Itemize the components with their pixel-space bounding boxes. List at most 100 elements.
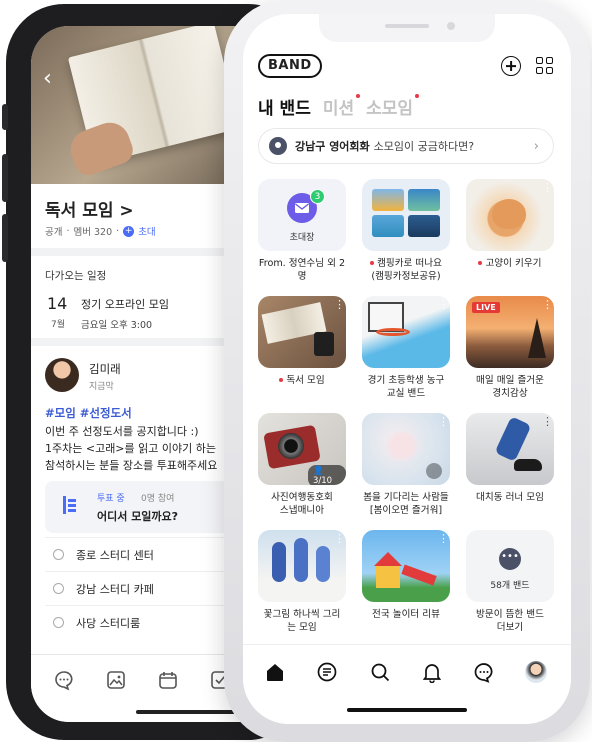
cat-photo: ⋮ (466, 179, 554, 251)
tab-my-bands[interactable]: 내 밴드 (258, 94, 311, 119)
member-count[interactable]: 멤버 320 (74, 224, 113, 238)
profile-avatar[interactable] (525, 661, 547, 683)
more-options-icon[interactable]: ⋮ (334, 533, 345, 544)
band-name: 고양이 키우기 (466, 257, 554, 270)
band-tile-runners[interactable]: ⋮ 대치동 러너 모임 (466, 413, 554, 504)
slide-illustration (401, 564, 437, 586)
tab-small-groups[interactable]: 소모임 (366, 94, 420, 119)
my-bands-screen: BAND 내 밴드 미션 소모임 강남구 영어회화 소모임이 궁금하다면? › (243, 14, 571, 724)
hyacinth-illustration (294, 538, 308, 582)
invitation-count-badge: 3 (310, 189, 325, 204)
event-day: 14 (47, 294, 68, 313)
radio-icon[interactable] (53, 617, 64, 628)
tab-missions[interactable]: 미션 (323, 94, 361, 119)
band-name: 전국 놀이터 리뷰 (372, 609, 440, 620)
post-hashtags[interactable]: #모임 #선정도서 (45, 405, 132, 421)
band-tile-photo-travel[interactable]: 👤 3/10 사진여행동호회 스냅매니아 (258, 413, 346, 517)
volume-down-button (2, 214, 8, 262)
vote-option-label: 종로 스터디 센터 (76, 548, 154, 562)
band-name: 봄을 기다리는 사람들 [봄이오면 즐거워] (363, 492, 449, 516)
band-tile-scenery[interactable]: LIVE ⋮ 매일 매일 즐거운 경치감상 (466, 296, 554, 400)
hoop-rim-illustration (376, 328, 410, 336)
chevron-right-icon: › (533, 138, 539, 154)
event-time: 금요일 오후 3:00 (81, 320, 153, 331)
feed-icon[interactable] (316, 661, 338, 683)
band-name: 방문이 뜸한 밴드 더보기 (476, 609, 544, 633)
location-keyword: 강남구 영어회화 (295, 140, 370, 153)
grid-menu-icon[interactable] (536, 57, 554, 75)
radio-icon[interactable] (53, 583, 64, 594)
band-meta: 공개 · 멤버 320 · + 초대 (45, 224, 156, 238)
more-bands-count: 58개 밴드 (490, 581, 530, 591)
vote-option-label: 강남 스터디 카페 (76, 582, 154, 596)
band-name: 대치동 러너 모임 (476, 492, 544, 503)
post-author-name[interactable]: 김미래 (89, 361, 121, 377)
band-logo[interactable]: BAND (258, 54, 322, 78)
live-badge: LIVE (472, 302, 500, 313)
more-options-icon[interactable]: ⋮ (438, 416, 449, 427)
more-options-icon[interactable]: ⋮ (542, 416, 553, 427)
back-arrow-icon[interactable]: ‹ (43, 66, 52, 91)
new-indicator-dot (356, 94, 361, 98)
event-month: 7월 (51, 320, 66, 330)
more-options-icon[interactable]: ⋮ (542, 299, 553, 310)
band-name: 매일 매일 즐거운 경치감상 (476, 375, 544, 399)
search-lens-icon (426, 463, 442, 479)
blossom-photo: ⋮ (362, 413, 450, 485)
vote-status: 투표 중 (97, 494, 125, 504)
band-tile-playground[interactable]: ⋮ 전국 놀이터 리뷰 (362, 530, 450, 621)
coffee-cup-illustration (314, 332, 334, 356)
band-tile-flower-drawing[interactable]: ⋮ 꽃그림 하나씩 그리 는 모임 (258, 530, 346, 634)
location-suggestion-bar[interactable]: 강남구 영어회화 소모임이 궁금하다면? › (258, 128, 554, 164)
location-pin-icon (269, 137, 287, 155)
front-camera (447, 22, 455, 30)
band-thumbnail: ⋮ (362, 296, 450, 368)
main-tabs: 내 밴드 미션 소모임 (258, 94, 420, 119)
invitation-thumbnail: 3 초대장 (258, 179, 346, 251)
invite-link[interactable]: 초대 (138, 224, 155, 238)
band-title[interactable]: 독서 모임 > (45, 196, 134, 221)
band-tile-cats[interactable]: ⋮ 고양이 키우기 (466, 179, 554, 270)
image-icon[interactable] (105, 669, 127, 691)
more-options-icon[interactable]: ⋮ (334, 299, 345, 310)
bell-icon[interactable] (421, 661, 443, 683)
author-avatar[interactable] (45, 358, 79, 392)
hyacinth-illustration (316, 546, 330, 582)
band-tile-more-inactive[interactable]: ••• 58개 밴드 방문이 뜸한 밴드 더보기 (466, 530, 554, 634)
more-options-icon[interactable]: ⋮ (438, 299, 449, 310)
create-band-plus-icon[interactable] (501, 56, 521, 76)
chat-bubble-icon[interactable] (53, 669, 75, 691)
band-tile-invitation[interactable]: 3 초대장 From. 정연수님 외 2명 (258, 179, 346, 283)
event-title[interactable]: 정기 오프라인 모임 (81, 296, 169, 312)
band-thumbnail: ⋮ (258, 530, 346, 602)
chat-icon[interactable] (473, 661, 495, 683)
invitation-label: 초대장 (289, 233, 315, 243)
band-tile-camping[interactable]: 캠핑카로 떠나요 (캠핑카정보공유) (362, 179, 450, 283)
palm-beach-photo (408, 189, 440, 211)
vote-question: 어디서 모일까요? (97, 510, 179, 523)
band-thumbnail: ⋮ (258, 296, 346, 368)
invite-plus-icon[interactable]: + (123, 225, 135, 237)
home-indicator[interactable] (136, 710, 236, 714)
post-body-line: 1주차는 <고래>를 읽고 이야기 하는 (45, 442, 216, 455)
more-options-icon[interactable]: ⋮ (438, 533, 449, 544)
volume-up-button (2, 154, 8, 202)
sunset-photo: LIVE ⋮ (466, 296, 554, 368)
band-name: 캠핑카로 떠나요 (캠핑카정보공유) (370, 258, 442, 282)
new-indicator-dot (415, 94, 420, 98)
band-name: 사진여행동호회 스냅매니아 (271, 492, 333, 516)
calendar-icon[interactable] (157, 669, 179, 691)
band-tile-spring[interactable]: ⋮ 봄을 기다리는 사람들 [봄이오면 즐거워] (362, 413, 450, 517)
more-options-icon[interactable]: ⋮ (542, 182, 553, 193)
playground-tower-illustration (376, 566, 400, 588)
home-icon[interactable] (264, 661, 286, 683)
camping-van-photo (372, 189, 404, 211)
band-tile-basketball[interactable]: ⋮ 경기 초등학생 농구 교실 밴드 (362, 296, 450, 400)
band-tile-book-club[interactable]: ⋮ 독서 모임 (258, 296, 346, 387)
vote-option-label: 사당 스터디룸 (76, 616, 141, 630)
runner-leg-illustration (494, 416, 532, 462)
radio-icon[interactable] (53, 549, 64, 560)
phone-notch (319, 14, 495, 42)
search-icon[interactable] (369, 661, 391, 683)
home-indicator[interactable] (347, 708, 467, 712)
